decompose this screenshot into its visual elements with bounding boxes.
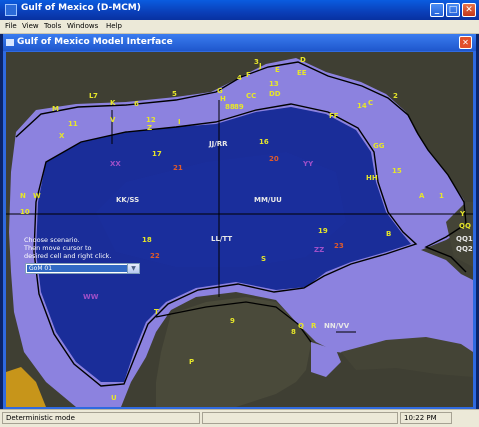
main-window: Gulf of Mexico (D-MCM) _ □ ✕ File View T…: [0, 0, 479, 427]
scenario-selected-value: GoM 01: [27, 265, 128, 272]
highlight-label-layer: 20 21 22 23 XX YY ZZ WW: [6, 52, 473, 407]
status-time: 10:22 PM: [400, 412, 452, 424]
minimize-button[interactable]: _: [430, 3, 444, 17]
scenario-instructions: Choose scenario. Then move cursor to des…: [24, 236, 112, 261]
child-close-button[interactable]: ✕: [459, 36, 472, 49]
chevron-down-icon[interactable]: ▼: [127, 264, 139, 273]
scenario-select[interactable]: GoM 01 ▼: [25, 263, 140, 274]
status-bar: Deterministic mode 10:22 PM: [0, 409, 479, 427]
instruction-line: Then move cursor to: [24, 244, 92, 253]
menu-help[interactable]: Help: [106, 22, 122, 30]
menu-view[interactable]: View: [22, 22, 39, 30]
menu-tools[interactable]: Tools: [44, 22, 61, 30]
menu-bar: File View Tools Windows Help: [0, 20, 479, 34]
close-button[interactable]: ✕: [462, 3, 476, 17]
menu-windows[interactable]: Windows: [67, 22, 98, 30]
child-window: Gulf of Mexico Model Interface ✕ A B C D…: [3, 34, 476, 409]
resize-grip-icon[interactable]: [454, 412, 476, 424]
red-label[interactable]: 23: [334, 242, 344, 250]
window-title: Gulf of Mexico (D-MCM): [21, 3, 141, 13]
purple-label[interactable]: WW: [83, 293, 98, 301]
status-pane-empty: [202, 412, 398, 424]
child-window-title: Gulf of Mexico Model Interface: [17, 37, 173, 47]
purple-label[interactable]: YY: [303, 160, 313, 168]
red-label[interactable]: 20: [269, 155, 279, 163]
red-label[interactable]: 22: [150, 252, 160, 260]
instruction-line: Choose scenario.: [24, 236, 80, 244]
purple-label[interactable]: ZZ: [314, 246, 324, 254]
red-label[interactable]: 21: [173, 164, 183, 172]
gulf-map[interactable]: A B C D E EE F FF G GG H HH I J K L M N …: [6, 52, 473, 407]
child-title-bar[interactable]: Gulf of Mexico Model Interface ✕: [3, 34, 476, 51]
menu-file[interactable]: File: [5, 22, 17, 30]
status-mode: Deterministic mode: [2, 412, 200, 424]
instruction-line: desired cell and right click.: [24, 252, 112, 261]
title-bar[interactable]: Gulf of Mexico (D-MCM) _ □ ✕: [0, 0, 479, 20]
child-window-icon: [6, 39, 14, 46]
purple-label[interactable]: XX: [110, 160, 121, 168]
maximize-button[interactable]: □: [446, 3, 460, 17]
app-icon: [5, 4, 17, 16]
